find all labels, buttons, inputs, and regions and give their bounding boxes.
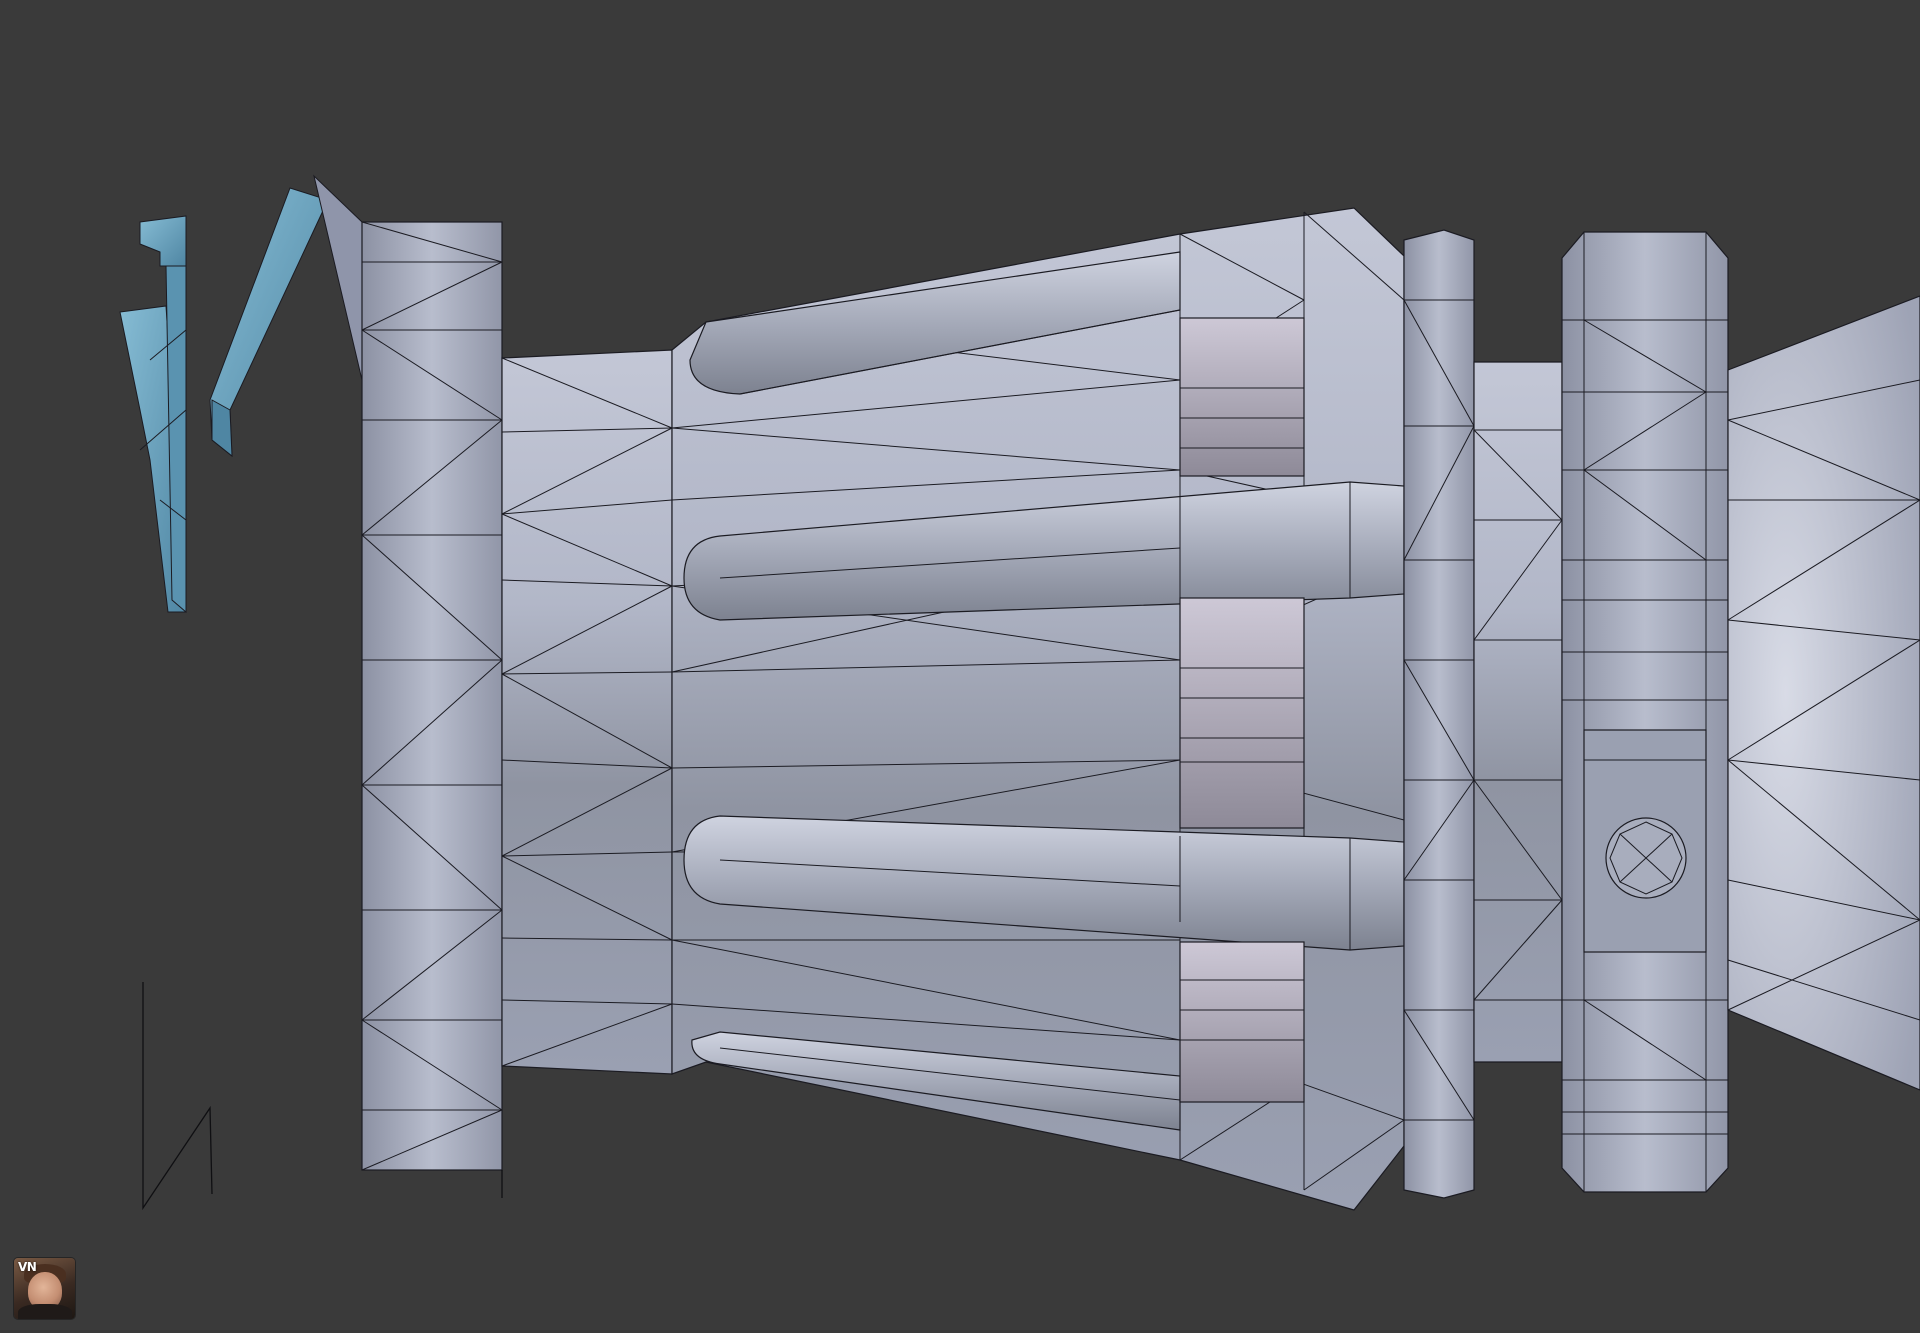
slot-window-middle[interactable] (1179, 597, 1305, 829)
screw-head[interactable] (1605, 817, 1687, 899)
avatar-initials: VN (18, 1260, 37, 1274)
slot-window-bottom[interactable] (1179, 941, 1305, 1103)
front-cone[interactable] (1727, 295, 1920, 1091)
neck-cylinder[interactable] (501, 349, 673, 1075)
avatar-body (18, 1304, 72, 1319)
wedge-face[interactable] (313, 174, 363, 381)
flange-ring[interactable] (361, 221, 503, 1171)
narrow-ring[interactable] (1403, 229, 1475, 1199)
mesh-canvas[interactable] (0, 0, 1920, 1333)
slot-window-top[interactable] (1179, 317, 1305, 477)
collar-ring[interactable] (1561, 231, 1729, 1193)
user-avatar[interactable]: VN (14, 1258, 75, 1319)
selected-mesh-part[interactable] (119, 187, 329, 614)
3d-viewport[interactable]: VN (0, 0, 1920, 1333)
connector-shaft[interactable] (1473, 361, 1563, 1063)
